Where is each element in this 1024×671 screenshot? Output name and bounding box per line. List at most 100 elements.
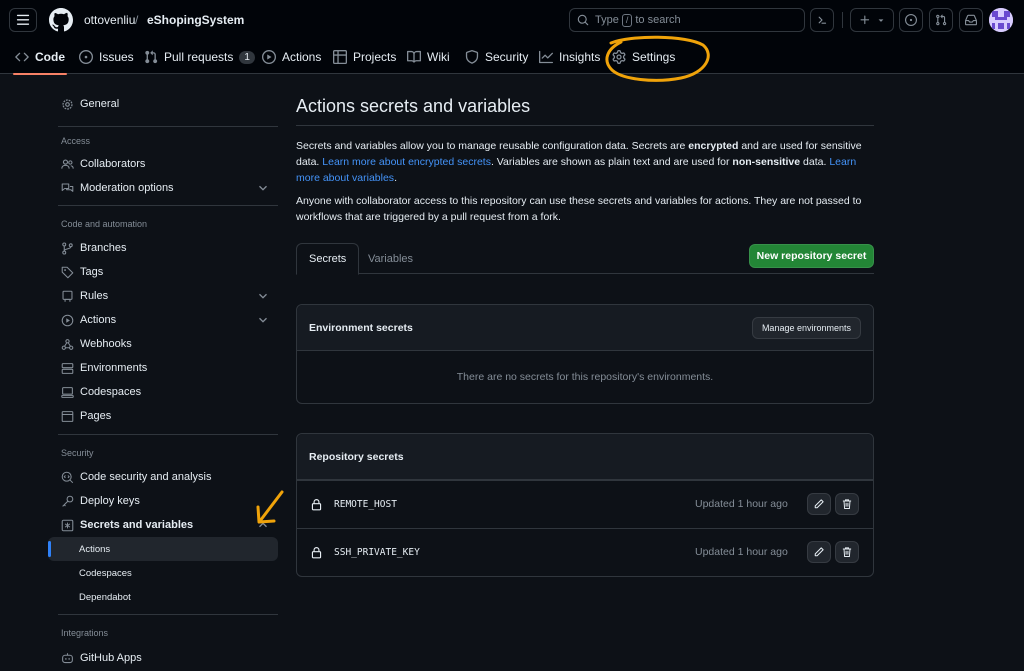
- new-repository-secret-button[interactable]: New repository secret: [749, 244, 874, 268]
- sidebar-item-collaborators[interactable]: Collaborators: [48, 152, 278, 176]
- sidebar-item-environments[interactable]: Environments: [48, 356, 278, 380]
- sidebar-item-code-security[interactable]: Code security and analysis: [48, 465, 278, 489]
- sidebar-heading-security: Security: [61, 448, 94, 458]
- sidebar-heading-code-automation: Code and automation: [61, 219, 148, 229]
- table-icon: [333, 50, 347, 64]
- repo-name-link[interactable]: eShopingSystem: [147, 13, 244, 27]
- sidebar-divider: [58, 126, 278, 127]
- inbox-icon: [965, 14, 977, 26]
- sidebar-divider: [58, 434, 278, 435]
- tab-code[interactable]: Code: [13, 40, 67, 75]
- sidebar-item-webhooks[interactable]: Webhooks: [48, 332, 278, 356]
- edit-secret-button[interactable]: [807, 541, 831, 563]
- create-new-button[interactable]: [850, 8, 894, 32]
- tab-actions-label: Actions: [282, 50, 322, 64]
- sidebar-item-github-apps[interactable]: GitHub Apps: [48, 646, 278, 670]
- global-header: ottovenliu / eShopingSystem Type / to se…: [0, 0, 1024, 75]
- annotation-circle-highlight: [605, 35, 710, 82]
- sidebar-item-label: Tags: [80, 266, 104, 278]
- sidebar-item-pages[interactable]: Pages: [48, 404, 278, 428]
- sidebar-subitem-codespaces[interactable]: Codespaces: [48, 561, 278, 585]
- shield-icon: [465, 50, 479, 64]
- repository-secrets-header: Repository secrets: [297, 434, 873, 480]
- delete-secret-button[interactable]: [835, 493, 859, 515]
- tab-insights-label: Insights: [559, 50, 601, 64]
- git-branch-icon: [60, 241, 74, 255]
- sidebar-item-general[interactable]: General: [48, 92, 278, 116]
- secret-name: SSH_PRIVATE_KEY: [334, 547, 420, 558]
- notifications-button[interactable]: [959, 8, 983, 32]
- sidebar-item-branches[interactable]: Branches: [48, 236, 278, 260]
- header-divider: [842, 12, 843, 28]
- sidebar-subitem-dependabot[interactable]: Dependabot: [48, 585, 278, 609]
- sidebar-item-label: Branches: [80, 242, 127, 254]
- your-issues-button[interactable]: [899, 8, 923, 32]
- tab-pull-requests[interactable]: Pull requests 1: [144, 40, 255, 74]
- secret-name: REMOTE_HOST: [334, 499, 397, 510]
- tab-issues[interactable]: Issues: [79, 40, 134, 74]
- sidebar-item-label: Webhooks: [80, 338, 132, 350]
- secret-row: SSH_PRIVATE_KEY Updated 1 hour ago: [297, 528, 873, 576]
- play-icon: [60, 313, 74, 327]
- tab-insights[interactable]: Insights: [539, 40, 600, 74]
- tab-projects[interactable]: Projects: [333, 40, 396, 74]
- sidebar-item-label: Codespaces: [80, 386, 142, 398]
- search-input[interactable]: Type / to search: [569, 8, 805, 32]
- secret-updated-time: Updated 1 hour ago: [695, 546, 788, 558]
- tab-secrets[interactable]: Secrets: [296, 243, 360, 275]
- sidebar-item-codespaces[interactable]: Codespaces: [48, 380, 278, 404]
- edit-secret-button[interactable]: [807, 493, 831, 515]
- browser-icon: [60, 409, 74, 423]
- hamburger-menu-button[interactable]: [9, 8, 37, 32]
- repo-owner-link[interactable]: ottovenliu: [84, 13, 135, 27]
- command-palette-button[interactable]: [810, 8, 834, 32]
- repo-push-icon: [60, 289, 74, 303]
- sidebar-item-secrets-and-variables[interactable]: Secrets and variables: [48, 513, 278, 537]
- sidebar-item-rules[interactable]: Rules: [48, 284, 278, 308]
- trash-icon: [842, 547, 852, 557]
- tab-variables[interactable]: Variables: [356, 243, 425, 274]
- lock-icon: [309, 497, 323, 511]
- sidebar-item-label: Environments: [80, 362, 148, 374]
- codescan-icon: [60, 470, 74, 484]
- sidebar-item-deploy-keys[interactable]: Deploy keys: [48, 489, 278, 513]
- sidebar-subitem-label: Codespaces: [79, 567, 132, 579]
- pull-requests-count-badge: 1: [239, 50, 255, 64]
- secrets-description: Secrets and variables allow you to manag…: [296, 138, 874, 186]
- triangle-down-icon: [878, 19, 883, 22]
- sidebar-item-label: Actions: [80, 314, 117, 326]
- page-title: Actions secrets and variables: [296, 96, 531, 116]
- server-icon: [60, 361, 74, 375]
- sidebar-item-label: Moderation options: [80, 182, 174, 194]
- sidebar-item-label: GitHub Apps: [80, 652, 142, 664]
- annotation-arrow-pointer: [256, 490, 284, 524]
- secret-updated-time: Updated 1 hour ago: [695, 498, 788, 510]
- people-icon: [60, 157, 74, 171]
- tab-issues-label: Issues: [99, 50, 134, 64]
- your-pull-requests-button[interactable]: [929, 8, 953, 32]
- sidebar-subitem-label: Dependabot: [79, 591, 131, 603]
- environment-secrets-empty-message: There are no secrets for this repository…: [456, 371, 714, 383]
- identicon-icon: [989, 8, 1013, 32]
- manage-environments-button[interactable]: Manage environments: [751, 317, 861, 339]
- search-icon: [577, 14, 589, 26]
- pull-request-icon: [936, 14, 947, 26]
- tab-wiki[interactable]: Wiki: [407, 40, 450, 74]
- sidebar-item-actions[interactable]: Actions: [48, 308, 278, 332]
- tab-actions[interactable]: Actions: [262, 40, 321, 74]
- key-icon: [60, 494, 74, 508]
- learn-more-secrets-link[interactable]: Learn more about encrypted secrets: [322, 156, 491, 168]
- hamburger-icon: [16, 14, 30, 25]
- delete-secret-button[interactable]: [835, 541, 859, 563]
- sidebar-item-label: Secrets and variables: [80, 519, 194, 531]
- tab-security[interactable]: Security: [465, 40, 528, 74]
- sidebar-item-moderation-options[interactable]: Moderation options: [48, 176, 278, 200]
- description-text: data.: [800, 156, 830, 168]
- sidebar-item-tags[interactable]: Tags: [48, 260, 278, 284]
- sidebar-subitem-actions[interactable]: Actions: [48, 537, 278, 561]
- github-logo-icon[interactable]: [49, 8, 73, 32]
- user-avatar[interactable]: [989, 8, 1013, 32]
- breadcrumb-separator: /: [135, 13, 139, 27]
- sidebar-subitem-label: Actions: [79, 543, 111, 555]
- sidebar-divider: [58, 614, 278, 615]
